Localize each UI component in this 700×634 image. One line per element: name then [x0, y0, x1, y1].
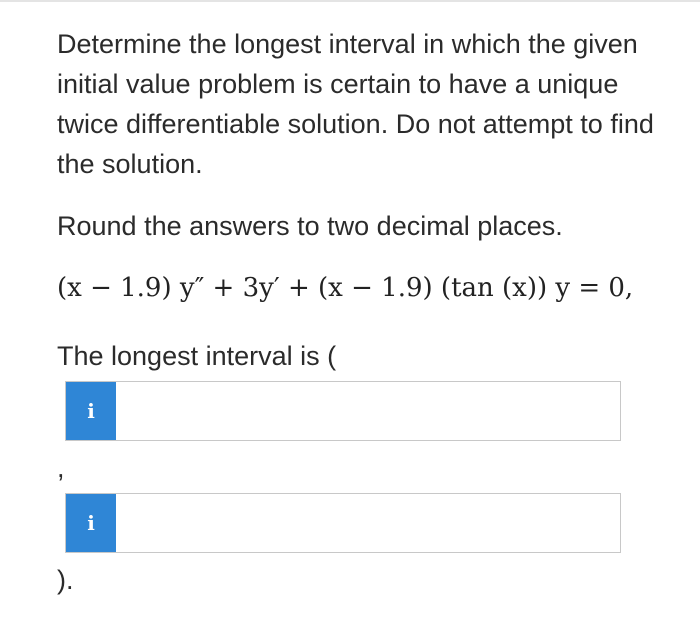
top-divider	[0, 0, 700, 2]
lower-bound-field[interactable]: i	[65, 381, 621, 441]
interval-separator: ,	[57, 453, 65, 483]
interval-closing: ).	[57, 565, 74, 595]
info-icon[interactable]: i	[66, 382, 116, 440]
lower-bound-input[interactable]	[116, 382, 620, 440]
info-icon[interactable]: i	[66, 494, 116, 552]
differential-equation: (x − 1.9) y″ + 3y′ + (x − 1.9) (tan (x))…	[57, 273, 634, 303]
answer-lead-text: The longest interval is (	[57, 341, 337, 371]
upper-bound-field[interactable]: i	[65, 493, 621, 553]
upper-bound-input[interactable]	[116, 494, 620, 552]
question-text: Determine the longest interval in which …	[57, 29, 654, 179]
rounding-instruction: Round the answers to two decimal places.	[57, 211, 563, 241]
